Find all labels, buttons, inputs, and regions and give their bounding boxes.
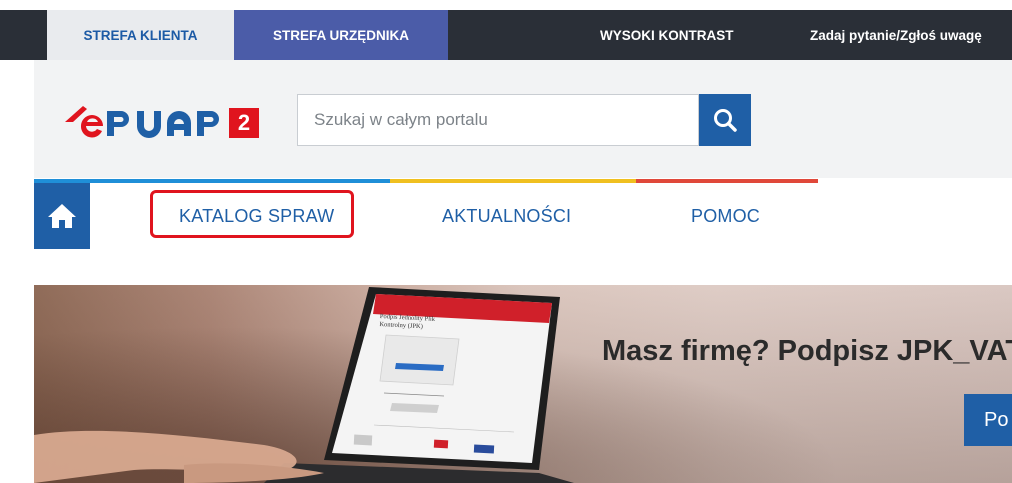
- nav-item-pomoc[interactable]: POMOC: [691, 183, 760, 249]
- search-icon: [714, 109, 737, 132]
- header: 2: [34, 60, 1012, 178]
- tab-strefa-klienta[interactable]: STREFA KLIENTA: [47, 10, 234, 60]
- search-button[interactable]: [699, 94, 751, 146]
- main-nav: KATALOG SPRAW AKTUALNOŚCI POMOC: [34, 183, 1012, 249]
- high-contrast-link[interactable]: WYSOKI KONTRAST: [600, 10, 734, 60]
- logo-badge-number: 2: [237, 110, 251, 135]
- ask-question-link[interactable]: Zadaj pytanie/Zgłoś uwagę: [810, 10, 982, 60]
- banner-title: Masz firmę? Podpisz JPK_VAT: [602, 335, 1012, 367]
- banner-cta-button[interactable]: Po: [964, 394, 1012, 446]
- home-icon: [48, 204, 76, 228]
- search-field: [297, 94, 699, 146]
- laptop-illustration: [34, 287, 574, 483]
- promo-banner[interactable]: Podpis Jednolity Plik Kontrolny (JPK) Ma…: [34, 285, 1012, 483]
- epuap-page: STREFA KLIENTA STREFA URZĘDNIKA WYSOKI K…: [0, 0, 1012, 483]
- home-button[interactable]: [34, 183, 90, 249]
- nav-item-katalog-spraw[interactable]: KATALOG SPRAW: [179, 183, 334, 249]
- epuap-logo[interactable]: 2: [61, 100, 281, 145]
- search-input[interactable]: [312, 109, 698, 131]
- tab-strefa-urzednika[interactable]: STREFA URZĘDNIKA: [234, 10, 448, 60]
- top-bar: STREFA KLIENTA STREFA URZĘDNIKA WYSOKI K…: [0, 10, 1012, 60]
- nav-item-aktualnosci[interactable]: AKTUALNOŚCI: [442, 183, 571, 249]
